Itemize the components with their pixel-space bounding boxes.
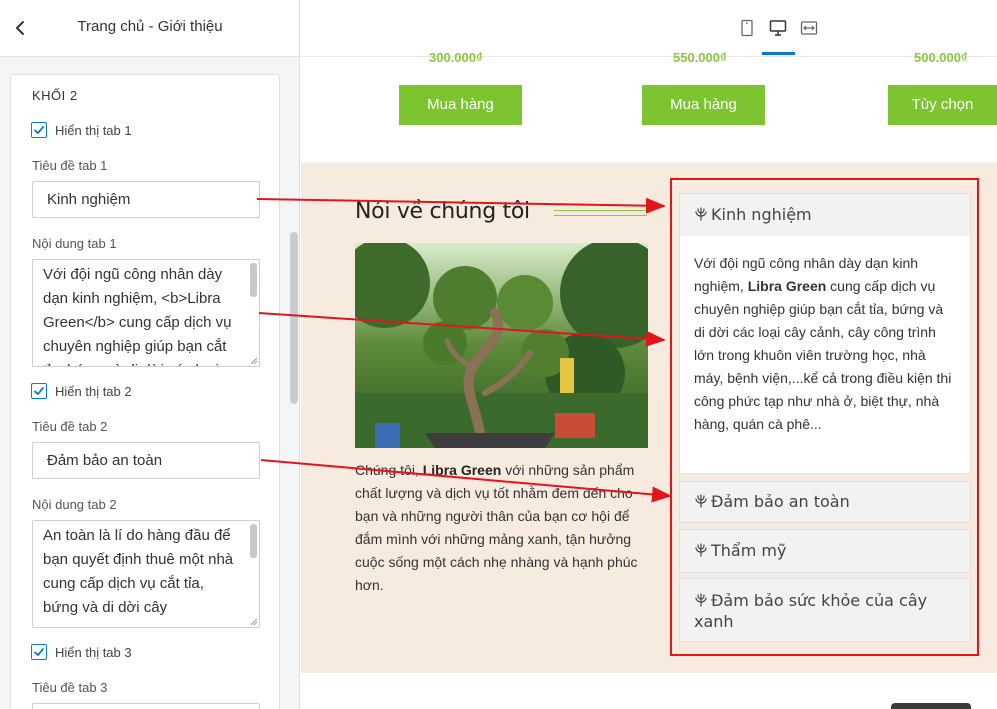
- mobile-icon: [741, 19, 753, 37]
- show-tab1-checkbox[interactable]: Hiển thị tab 1: [31, 122, 132, 138]
- brand-name: Libra Green: [422, 462, 502, 478]
- tab2-content-label: Nội dung tab 2: [32, 497, 117, 512]
- tab-label: Thẩm mỹ: [711, 541, 787, 560]
- title-decoration-line: [554, 210, 647, 211]
- active-device-indicator: [762, 52, 795, 55]
- product-price: 300.000₫: [429, 50, 483, 65]
- next-section-peek: [891, 703, 971, 709]
- show-tab3-checkbox[interactable]: Hiển thị tab 3: [31, 644, 132, 660]
- tab-content: Với đội ngũ công nhân dày dạn kinh nghiệ…: [679, 236, 971, 474]
- desktop-icon: [769, 20, 787, 36]
- leaf-icon: [695, 207, 707, 221]
- tab-label: Kinh nghiệm: [711, 205, 812, 224]
- desktop-view-button[interactable]: [768, 18, 788, 38]
- buy-button[interactable]: Mua hàng: [399, 85, 522, 125]
- device-toolbar: [301, 0, 997, 57]
- show-tab2-checkbox[interactable]: Hiển thị tab 2: [31, 383, 132, 399]
- panel-scrollbar[interactable]: [290, 232, 298, 404]
- bonsai-image: [355, 243, 648, 448]
- tab-label: Đảm bảo sức khỏe của cây xanh: [694, 591, 928, 631]
- resize-grip-icon[interactable]: [250, 618, 258, 626]
- about-text-part: Chúng tôi,: [355, 462, 423, 478]
- tab-dam-bao-an-toan[interactable]: Đảm bảo an toàn: [679, 481, 971, 523]
- preview-area: 300.000₫ 550.000₫ 500.000₫ Mua hàng Mua …: [301, 0, 997, 709]
- checkmark-icon: [34, 387, 44, 395]
- tab2-content-field[interactable]: An toàn là lí do hàng đầu để bạn quyết đ…: [32, 520, 260, 628]
- leaf-icon: [695, 543, 707, 557]
- block-settings-card: KHỐI 2 Hiển thị tab 1 Tiêu đề tab 1 Nội …: [10, 74, 280, 709]
- tab1-content-field[interactable]: Với đội ngũ công nhân dày dạn kinh nghiệ…: [32, 259, 260, 367]
- checkmark-icon: [34, 126, 44, 134]
- textarea-scrollbar[interactable]: [250, 524, 257, 558]
- about-section: Nói về chúng tôi Chúng tôi, Libra Green …: [301, 163, 997, 673]
- tab2-title-label: Tiêu đề tab 2: [32, 419, 108, 434]
- tab-text-part: cung cấp dịch vụ chuyên nghiệp giúp bạn …: [694, 278, 952, 432]
- mobile-view-button[interactable]: [737, 18, 757, 38]
- panel-title: Trang chủ - Giới thiệu: [77, 18, 223, 35]
- fit-width-view-button[interactable]: [799, 18, 819, 38]
- block-title: KHỐI 2: [32, 88, 78, 103]
- tab-tham-my[interactable]: Thẩm mỹ: [679, 529, 971, 573]
- checkbox-box[interactable]: [31, 644, 47, 660]
- about-title: Nói về chúng tôi: [355, 199, 530, 224]
- brand-name: Libra Green: [747, 278, 827, 294]
- resize-grip-icon[interactable]: [250, 357, 258, 365]
- option-button[interactable]: Tùy chọn: [888, 85, 997, 125]
- tab-kinh-nghiem[interactable]: Kinh nghiệm: [679, 193, 971, 237]
- checkmark-icon: [34, 648, 44, 656]
- product-price: 550.000₫: [673, 50, 727, 65]
- title-decoration-line: [554, 215, 647, 216]
- buy-button[interactable]: Mua hàng: [642, 85, 765, 125]
- tab1-title-label: Tiêu đề tab 1: [32, 158, 108, 173]
- leaf-icon: [695, 593, 707, 607]
- checkbox-label: Hiển thị tab 2: [55, 383, 132, 399]
- tab1-content-textarea[interactable]: Với đội ngũ công nhân dày dạn kinh nghiệ…: [33, 260, 259, 366]
- panel-header: Trang chủ - Giới thiệu: [0, 0, 299, 57]
- product-price: 500.000₫: [914, 50, 968, 65]
- fit-width-icon: [800, 21, 818, 35]
- tab-label: Đảm bảo an toàn: [711, 492, 850, 511]
- tab3-title-input[interactable]: [32, 703, 260, 709]
- tab2-content-textarea[interactable]: An toàn là lí do hàng đầu để bạn quyết đ…: [33, 521, 259, 627]
- checkbox-box[interactable]: [31, 122, 47, 138]
- editor-panel: Trang chủ - Giới thiệu KHỐI 2 Hiển thị t…: [0, 0, 300, 709]
- tab3-title-label: Tiêu đề tab 3: [32, 680, 108, 695]
- tab-suc-khoe-cay-xanh[interactable]: Đảm bảo sức khỏe của cây xanh: [679, 578, 971, 642]
- tab2-title-input[interactable]: [32, 442, 260, 479]
- leaf-icon: [695, 494, 707, 508]
- tab1-title-input[interactable]: [32, 181, 260, 218]
- textarea-scrollbar[interactable]: [250, 263, 257, 297]
- checkbox-label: Hiển thị tab 3: [55, 644, 132, 660]
- checkbox-box[interactable]: [31, 383, 47, 399]
- checkbox-label: Hiển thị tab 1: [55, 122, 132, 138]
- about-text-part: với những sản phẩm chất lượng và dịch vụ…: [355, 462, 638, 593]
- about-text: Chúng tôi, Libra Green với những sản phẩ…: [355, 459, 655, 597]
- tab1-content-label: Nội dung tab 1: [32, 236, 117, 251]
